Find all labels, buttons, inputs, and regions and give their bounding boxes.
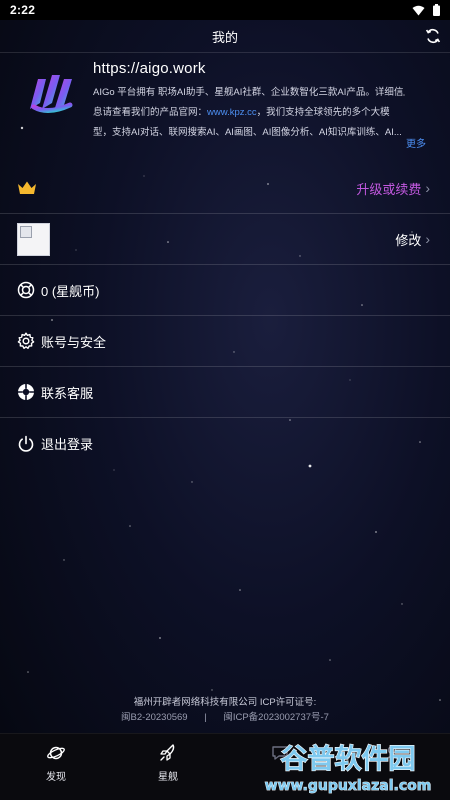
app-description: AIGo 平台拥有 职场AI助手、星舰AI社群、企业数智化三款AI产品。详细信 … [93,83,423,143]
crown-icon [18,181,36,194]
avatar[interactable] [17,222,50,256]
status-icons [412,4,440,16]
customer-service-row[interactable]: 联系客服 [0,367,450,418]
gear-icon [17,332,35,349]
upgrade-label: 升级或续费 [356,181,422,197]
app-desc-text: 息请查看我们的产品官网： [93,107,208,118]
coins-row[interactable]: 0 (星舰币) [0,265,450,316]
company-license-text: 福州开辟者网络科技有限公司 ICP许可证号: [133,697,317,708]
power-icon [18,435,34,452]
chevron-right-icon: › [425,180,430,196]
app-desc-line: AIGo 平台拥有 职场AI助手、星舰AI社群、企业数智化三款AI产品。详细信 [93,87,404,98]
screen: 2:22 我的 https://aigo.work AIGo 平台拥有 职场AI… [0,0,450,800]
account-security-row[interactable]: 账号与安全 [0,316,450,367]
app-info-card: https://aigo.work AIGo 平台拥有 职场AI助手、星舰AI社… [0,53,450,163]
lifebuoy-icon [17,281,35,299]
app-desc-text: ，我们支持全球领先的多个大模 [256,107,390,118]
icp-license-link[interactable]: 闽B2-20230569 [121,712,188,723]
logout-row[interactable]: 退出登录 [0,418,450,469]
more-link[interactable]: 更多 [406,135,426,150]
app-desc-line: 型，支持AI对话、联网搜索AI、AI画图、AI图像分析、AI知识库训练、AI..… [93,127,402,138]
svg-text:谷普软件园: 谷普软件园 [281,743,416,775]
status-bar: 2:22 [0,0,450,20]
watermark-logo: 谷普软件园 www.gupuxlazal.com [264,742,432,794]
logout-label: 退出登录 [41,437,94,452]
chevron-right-icon: › [425,231,430,247]
icp-record-link[interactable]: 闽ICP备2023002737号-7 [223,712,329,723]
footer: 福州开辟者网络科技有限公司 ICP许可证号: 闽B2-20230569 | 闽I… [0,695,450,725]
coins-label: 0 (星舰币) [41,283,100,299]
rocket-icon [160,744,175,761]
app-desc-line: 息请查看我们的产品官网：www.kpz.cc，我们支持全球领先的多个大模 [93,103,423,123]
icp-numbers: 闽B2-20230569 | 闽ICP备2023002737号-7 [0,710,450,725]
website-link[interactable]: www.kpz.cc [207,107,257,118]
nav-label: 发现 [46,772,66,783]
account-security-label: 账号与安全 [41,334,107,350]
nav-item-discover[interactable]: 发现 [0,734,112,800]
edit-avatar-label: 修改 [395,232,422,248]
nav-label: 星舰 [158,772,178,783]
svg-text:www.gupuxlazal.com: www.gupuxlazal.com [265,778,432,794]
app-logo-icon [30,75,73,113]
planet-icon [47,746,65,760]
wifi-icon [412,5,425,15]
app-url[interactable]: https://aigo.work [93,60,206,77]
icp-separator: | [204,712,207,723]
avatar-row[interactable]: 修改 › [0,214,450,265]
upgrade-row[interactable]: 升级或续费 › [0,163,450,214]
page-header: 我的 [0,20,450,53]
refresh-icon[interactable] [424,27,442,45]
page-title: 我的 [211,29,238,45]
battery-icon [433,4,440,16]
customer-service-label: 联系客服 [41,385,94,401]
support-icon [18,384,34,400]
status-time: 2:22 [10,3,36,17]
nav-item-starship[interactable]: 星舰 [112,734,224,800]
